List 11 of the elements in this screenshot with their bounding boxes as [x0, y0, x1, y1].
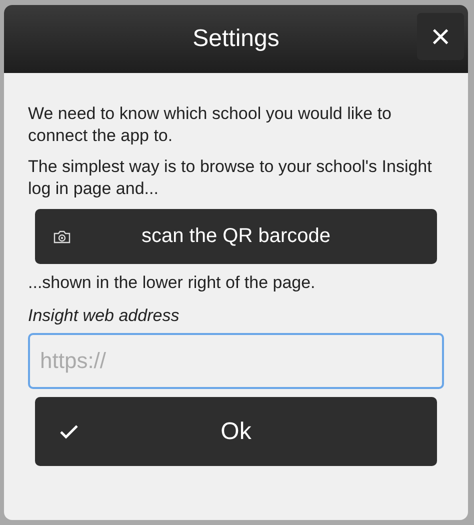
instruction-text: ...shown in the lower right of the page. [28, 272, 316, 294]
ok-button[interactable]: Ok [35, 397, 437, 466]
address-input-field[interactable]: https:// [28, 333, 444, 389]
check-icon [59, 424, 79, 440]
instruction-text: The simplest way is to browse to your school's Insight log in page and... [28, 156, 433, 200]
camera-icon [53, 230, 71, 244]
scan-button[interactable]: scan the QR barcode [35, 209, 437, 264]
dialog-title: Settings [192, 25, 280, 53]
close-button[interactable]: × [417, 13, 464, 60]
field-label: Insight web address [28, 306, 180, 326]
instruction-text: We need to know which school you would like to connect the app to. [28, 103, 392, 147]
